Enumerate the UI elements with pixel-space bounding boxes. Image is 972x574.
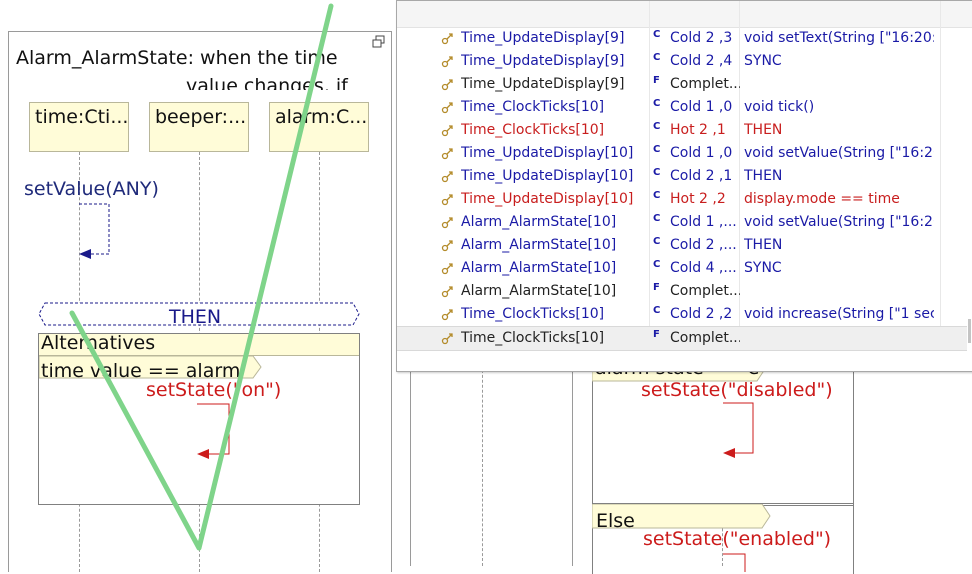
green-checkmark-overlay <box>69 3 334 551</box>
